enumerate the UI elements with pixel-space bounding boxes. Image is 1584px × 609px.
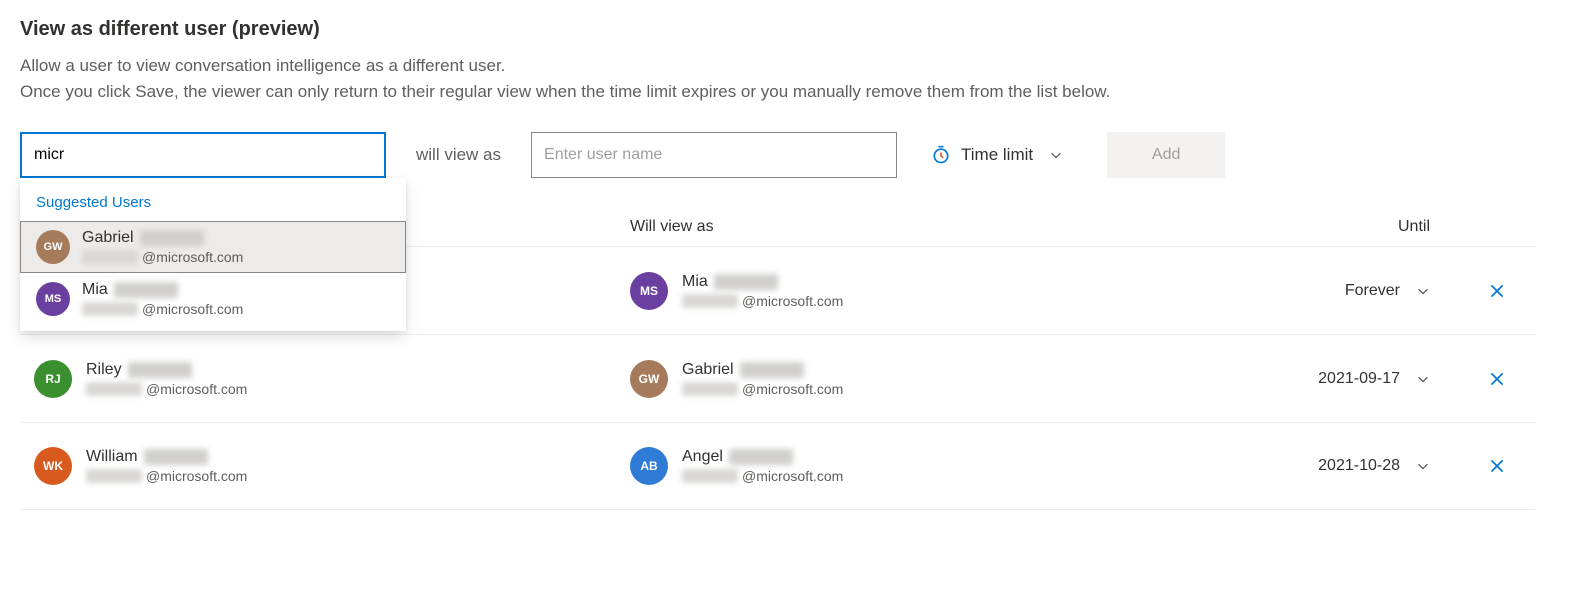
avatar: WK xyxy=(34,447,72,485)
avatar: RJ xyxy=(34,360,72,398)
avatar: GW xyxy=(36,230,70,264)
col-header-viewas: Will view as xyxy=(630,218,1230,236)
time-limit-dropdown[interactable]: Time limit xyxy=(931,145,1063,165)
user-email: @microsoft.com xyxy=(682,468,843,484)
table-row: WK William @microsoft.com AB Angel xyxy=(20,422,1535,510)
viewer-input[interactable] xyxy=(20,132,386,178)
remove-icon[interactable] xyxy=(1488,370,1506,388)
user-name: Gabriel xyxy=(682,361,843,379)
user-email: @microsoft.com xyxy=(86,381,247,397)
redacted-text xyxy=(729,449,793,465)
target-user-input[interactable] xyxy=(531,132,897,178)
user-email: @microsoft.com xyxy=(682,381,843,397)
page-description: Allow a user to view conversation intell… xyxy=(20,53,1564,104)
user-email: @microsoft.com xyxy=(82,301,243,317)
redacted-text xyxy=(140,230,204,246)
redacted-text xyxy=(714,274,778,290)
until-value: 2021-10-28 xyxy=(1318,457,1400,475)
user-name: Mia xyxy=(682,273,843,291)
add-button[interactable]: Add xyxy=(1107,132,1225,178)
avatar: AB xyxy=(630,447,668,485)
avatar: MS xyxy=(36,282,70,316)
user-name: Angel xyxy=(682,448,843,466)
redacted-text xyxy=(86,382,142,396)
dropdown-item[interactable]: GW Gabriel @microsoft.com xyxy=(20,221,406,273)
time-limit-label: Time limit xyxy=(961,145,1033,165)
user-name: Gabriel xyxy=(82,229,243,247)
chevron-down-icon[interactable] xyxy=(1416,284,1430,298)
redacted-text xyxy=(740,362,804,378)
user-name: Mia xyxy=(82,281,243,299)
remove-icon[interactable] xyxy=(1488,282,1506,300)
redacted-text xyxy=(82,250,138,264)
redacted-text xyxy=(114,282,178,298)
dropdown-header: Suggested Users xyxy=(20,186,406,221)
avatar: GW xyxy=(630,360,668,398)
user-email: @microsoft.com xyxy=(682,293,843,309)
dropdown-item[interactable]: MS Mia @microsoft.com xyxy=(20,273,406,325)
until-value: 2021-09-17 xyxy=(1318,370,1400,388)
user-name: Riley xyxy=(86,361,247,379)
redacted-text xyxy=(682,469,738,483)
redacted-text xyxy=(144,449,208,465)
chevron-down-icon[interactable] xyxy=(1416,459,1430,473)
col-header-until: Until xyxy=(1230,218,1430,236)
redacted-text xyxy=(682,294,738,308)
remove-icon[interactable] xyxy=(1488,457,1506,475)
redacted-text xyxy=(128,362,192,378)
redacted-text xyxy=(86,469,142,483)
suggested-users-dropdown: Suggested Users GW Gabriel @microsoft.co… xyxy=(20,178,406,331)
add-user-row: Suggested Users GW Gabriel @microsoft.co… xyxy=(20,132,1564,178)
user-name: William xyxy=(86,448,247,466)
chevron-down-icon[interactable] xyxy=(1416,372,1430,386)
until-value: Forever xyxy=(1345,282,1400,300)
redacted-text xyxy=(682,382,738,396)
page-title: View as different user (preview) xyxy=(20,18,1564,41)
chevron-down-icon xyxy=(1049,148,1063,162)
user-email: @microsoft.com xyxy=(82,249,243,265)
user-email: @microsoft.com xyxy=(86,468,247,484)
avatar: MS xyxy=(630,272,668,310)
table-row: RJ Riley @microsoft.com GW Gabriel xyxy=(20,334,1535,422)
redacted-text xyxy=(82,302,138,316)
will-view-as-label: will view as xyxy=(410,145,507,165)
timer-icon xyxy=(931,145,951,165)
